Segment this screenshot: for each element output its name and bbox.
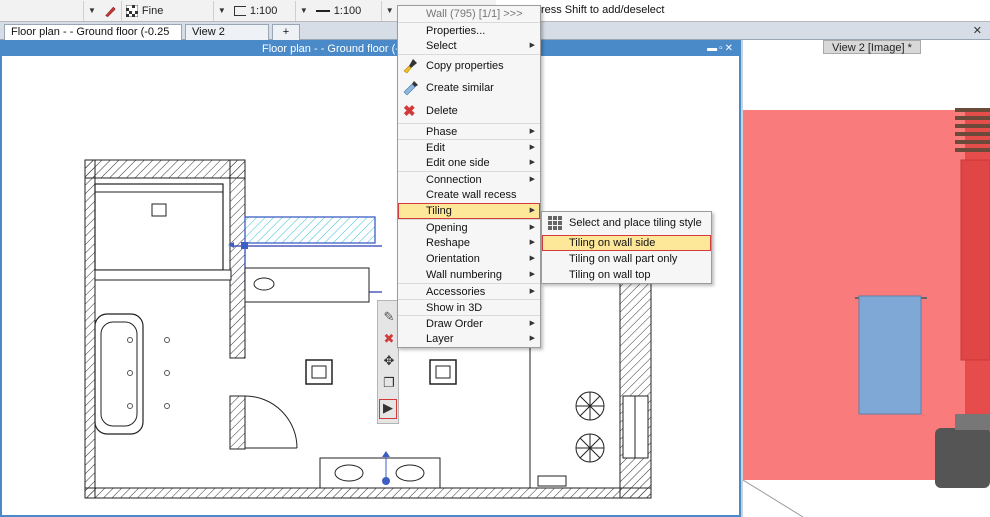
- menu-item-edit[interactable]: Edit ▶: [398, 139, 540, 155]
- dropdown-arrow-icon[interactable]: ▼: [84, 6, 100, 15]
- menu-item-label: Show in 3D: [426, 302, 483, 314]
- menu-item-orientation[interactable]: Orientation ▶: [398, 251, 540, 267]
- menu-item-properties[interactable]: Properties...: [398, 22, 540, 38]
- submenu-arrow-icon: ▶: [529, 207, 535, 214]
- menu-item-opening[interactable]: Opening ▶: [398, 219, 540, 235]
- submenu-item-label: Select and place tiling style: [569, 217, 702, 229]
- line-weight-icon: [315, 9, 330, 12]
- submenu-arrow-icon: ▶: [529, 335, 535, 342]
- move-icon[interactable]: ✥: [381, 353, 397, 369]
- floor-plan-canvas[interactable]: [2, 56, 739, 515]
- menu-item-label: Phase: [426, 126, 458, 138]
- menu-item-label: Select: [426, 40, 457, 52]
- expand-menu-icon[interactable]: ▶: [379, 399, 397, 419]
- menu-item-label: Connection: [426, 174, 482, 186]
- status-message: select, press Shift to add/deselect: [496, 0, 990, 21]
- menu-item-show-in-3d[interactable]: Show in 3D: [398, 299, 540, 315]
- paintbrush-icon: [403, 59, 417, 74]
- menu-item-label: Properties...: [426, 25, 486, 37]
- menu-item-wall-numbering[interactable]: Wall numbering ▶: [398, 267, 540, 283]
- scale-2-value: 1:100: [333, 4, 362, 17]
- menu-item-label: Draw Order: [426, 318, 483, 330]
- submenu-arrow-icon: ▶: [529, 224, 535, 231]
- menu-item-label: Delete: [426, 105, 458, 117]
- menu-item-label: Edit one side: [426, 157, 490, 169]
- 3d-view-canvas[interactable]: [743, 40, 990, 517]
- scale-1-value: 1:100: [249, 4, 278, 17]
- menu-item-create-wall-recess[interactable]: Create wall recess: [398, 187, 540, 203]
- eyedropper-icon: [403, 81, 418, 96]
- submenu-item-tiling-on-wall-top[interactable]: Tiling on wall top: [542, 267, 711, 283]
- panel-controls[interactable]: ▬▫✕: [707, 42, 735, 56]
- submenu-arrow-icon: ▶: [529, 144, 535, 151]
- tab-floor-plan[interactable]: Floor plan - - Ground floor (-0.25 m) *: [4, 24, 182, 53]
- submenu-item-tiling-on-wall-part-only[interactable]: Tiling on wall part only: [542, 251, 711, 267]
- menu-item-label: Layer: [426, 333, 454, 345]
- toolbar-blank-dropdown[interactable]: [0, 0, 84, 21]
- submenu-arrow-icon: ▶: [529, 42, 535, 49]
- menu-item-create-similar[interactable]: Create similar: [398, 77, 540, 100]
- submenu-arrow-icon: ▶: [529, 128, 535, 135]
- menu-item-delete[interactable]: ✖ Delete: [398, 100, 540, 123]
- submenu-arrow-icon: ▶: [529, 288, 535, 295]
- line-quality-select[interactable]: Fine: [122, 0, 214, 21]
- view-2-panel[interactable]: View 2 [Image] * ▲ ▲ ▲ ◀ ✋ ▶: [743, 40, 990, 517]
- close-icon[interactable]: ✕: [973, 24, 982, 37]
- submenu-item-select-and-place-tiling-style[interactable]: Select and place tiling style: [542, 212, 711, 235]
- menu-item-phase[interactable]: Phase ▶: [398, 123, 540, 139]
- menu-item-label: Edit: [426, 142, 445, 154]
- menu-item-select[interactable]: Select ▶: [398, 38, 540, 54]
- menu-item-draw-order[interactable]: Draw Order ▶: [398, 315, 540, 331]
- menu-item-edit-one-side[interactable]: Edit one side ▶: [398, 155, 540, 171]
- menu-item-label: Tiling: [426, 205, 452, 217]
- submenu-arrow-icon: ▶: [529, 239, 535, 246]
- tiling-submenu: Select and place tiling style Tiling on …: [541, 211, 712, 284]
- dropdown-arrow-icon[interactable]: ▼: [296, 6, 312, 15]
- menu-item-tiling[interactable]: Tiling ▶: [398, 203, 540, 219]
- menu-item-accessories[interactable]: Accessories ▶: [398, 283, 540, 299]
- submenu-arrow-icon: ▶: [529, 271, 535, 278]
- dropdown-arrow-icon[interactable]: ▼: [214, 6, 230, 15]
- menu-item-label: Wall numbering: [426, 269, 503, 281]
- pen-color-icon[interactable]: [100, 0, 122, 21]
- submenu-arrow-icon: ▶: [529, 320, 535, 327]
- context-menu-header[interactable]: Wall (795) [1/1] >>>: [398, 6, 540, 22]
- delete-icon: ✖: [403, 103, 416, 120]
- menu-item-connection[interactable]: Connection ▶: [398, 171, 540, 187]
- menu-item-label: Orientation: [426, 253, 480, 265]
- copy-icon[interactable]: ❐: [381, 375, 397, 391]
- scale-select-2[interactable]: 1:100: [312, 0, 382, 21]
- dropdown-arrow-icon[interactable]: ▼: [382, 6, 398, 15]
- tab-view-2[interactable]: View 2 [Image] *: [185, 24, 269, 53]
- floor-plan-titlebar: Floor plan - - Ground floor (-0.25 m) * …: [2, 42, 739, 56]
- submenu-arrow-icon: ▶: [529, 159, 535, 166]
- quick-edit-toolbar: ✎ ✖ ✥ ❐ ▶: [377, 300, 399, 424]
- edit-pencil-icon[interactable]: ✎: [381, 309, 397, 325]
- menu-item-copy-properties[interactable]: Copy properties: [398, 54, 540, 77]
- submenu-item-tiling-on-wall-side[interactable]: Tiling on wall side: [542, 235, 711, 251]
- wall-context-menu: Wall (795) [1/1] >>> Properties... Selec…: [397, 5, 541, 348]
- submenu-arrow-icon: ▶: [529, 176, 535, 183]
- submenu-item-label: Tiling on wall side: [569, 237, 656, 249]
- menu-item-label: Copy properties: [426, 60, 504, 72]
- menu-item-label: Reshape: [426, 237, 471, 249]
- tile-grid-icon: [548, 216, 562, 230]
- new-tab-button[interactable]: +: [272, 24, 300, 40]
- submenu-item-label: Tiling on wall part only: [569, 253, 678, 265]
- menu-item-reshape[interactable]: Reshape ▶: [398, 235, 540, 251]
- scale-icon: [233, 5, 246, 16]
- menu-item-label: Create similar: [426, 82, 494, 94]
- menu-item-layer[interactable]: Layer ▶: [398, 331, 540, 347]
- submenu-item-label: Tiling on wall top: [569, 269, 651, 281]
- scale-select-1[interactable]: 1:100: [230, 0, 296, 21]
- submenu-arrow-icon: ▶: [529, 255, 535, 262]
- hatch-pattern-icon: [125, 4, 138, 17]
- menu-item-label: Create wall recess: [426, 189, 517, 201]
- line-quality-value: Fine: [141, 4, 164, 17]
- delete-icon[interactable]: ✖: [381, 331, 397, 347]
- menu-item-label: Opening: [426, 222, 468, 234]
- menu-item-label: Accessories: [426, 286, 486, 298]
